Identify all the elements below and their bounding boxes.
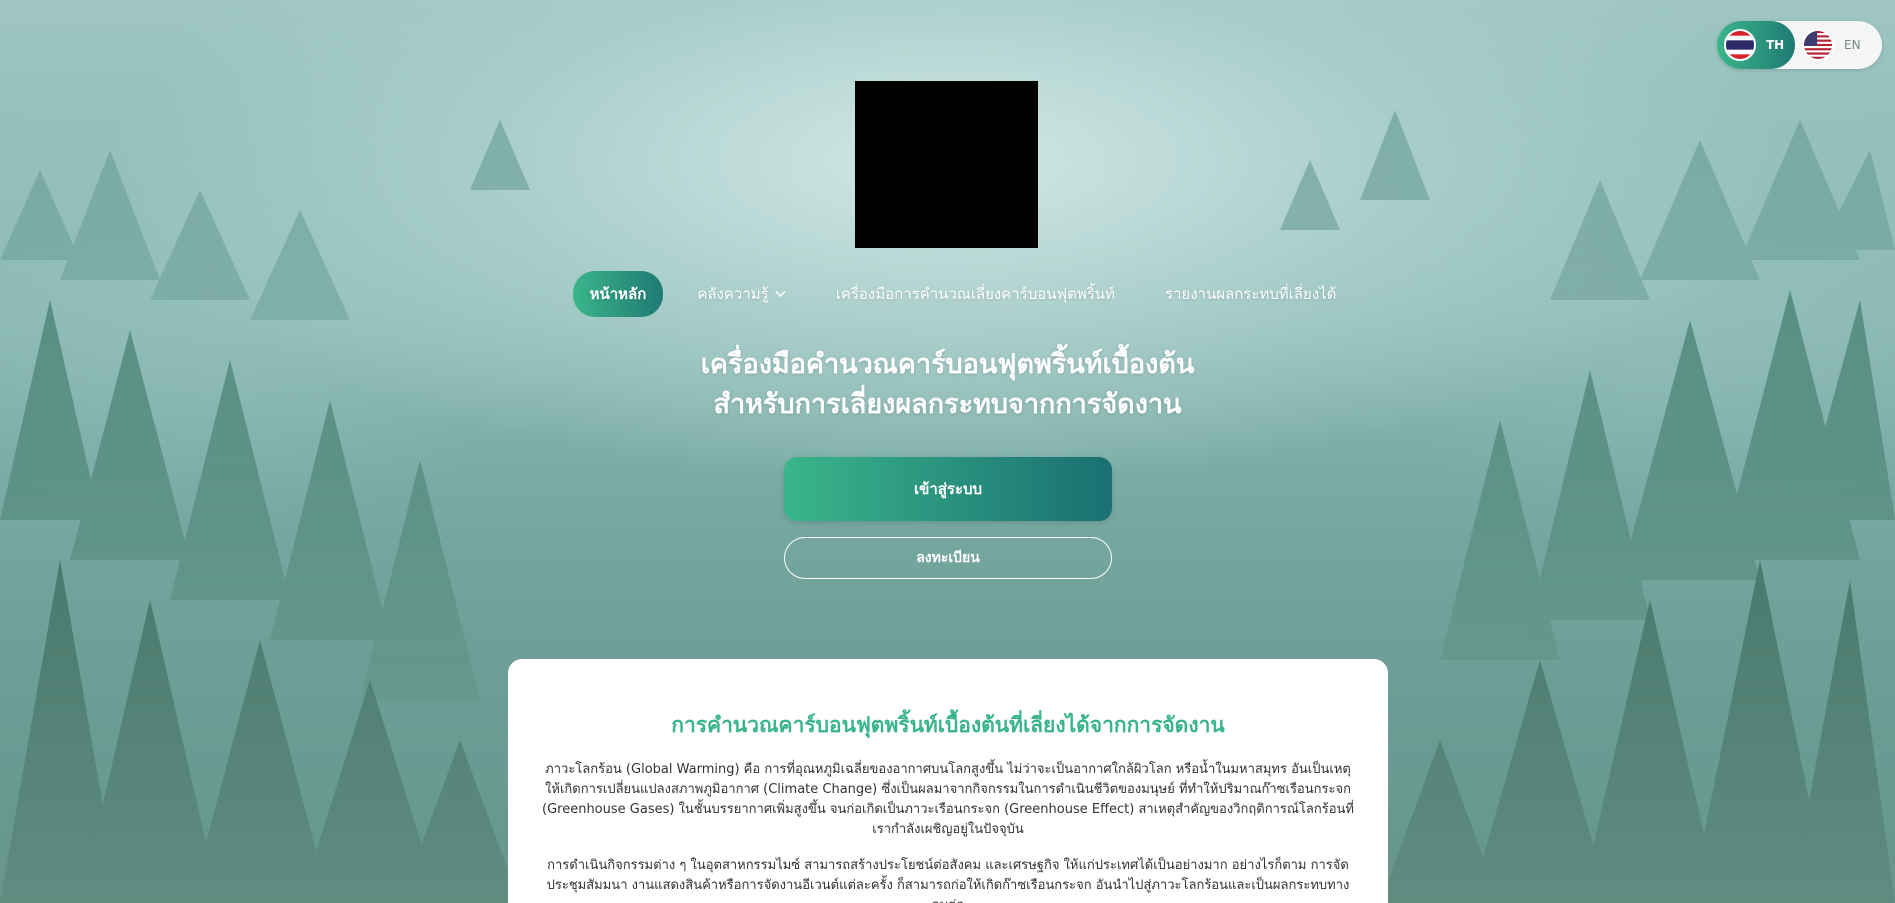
chevron-down-icon [775, 288, 786, 301]
main-nav: หน้าหลัก คลังความรู้ เครื่องมือการคำนวณเ… [0, 271, 1895, 317]
nav-item-label: เครื่องมือการคำนวณเลี่ยงคาร์บอนฟุตพริ้นท… [835, 285, 1115, 303]
nav-item-report[interactable]: รายงานผลกระทบที่เลี่ยงได้ [1149, 271, 1352, 317]
language-switch: TH EN [1717, 21, 1882, 69]
hero-title: เครื่องมือคำนวณคาร์บอนฟุตพริ้นท์เบื้องต้… [0, 345, 1895, 425]
language-option-en[interactable]: EN [1795, 21, 1873, 69]
nav-item-label: คลังความรู้ [697, 285, 769, 303]
nav-item-home[interactable]: หน้าหลัก [572, 271, 664, 317]
hero-title-line1: เครื่องมือคำนวณคาร์บอนฟุตพริ้นท์เบื้องต้… [700, 349, 1195, 380]
nav-item-calculator[interactable]: เครื่องมือการคำนวณเลี่ยงคาร์บอนฟุตพริ้นท… [820, 271, 1131, 317]
login-button[interactable]: เข้าสู่ระบบ [784, 457, 1112, 521]
site-logo[interactable] [855, 81, 1038, 248]
register-button[interactable]: ลงทะเบียน [784, 537, 1112, 579]
hero-title-line2: สำหรับการเลี่ยงผลกระทบจากการจัดงาน [713, 389, 1182, 420]
language-code: TH [1766, 38, 1785, 52]
intro-paragraph-2: การดำเนินกิจกรรมต่าง ๆ ในอุตสาหกรรมไมซ์ … [546, 858, 1350, 903]
nav-item-knowledge[interactable]: คลังความรู้ [681, 271, 801, 317]
nav-item-label: หน้าหลัก [589, 285, 647, 303]
language-code: EN [1844, 38, 1861, 52]
intro-card-title: การคำนวณคาร์บอนฟุตพริ้นท์เบื้องต้นที่เลี… [671, 713, 1225, 737]
intro-card: การคำนวณคาร์บอนฟุตพริ้นท์เบื้องต้นที่เลี… [508, 659, 1388, 903]
nav-item-label: รายงานผลกระทบที่เลี่ยงได้ [1164, 285, 1337, 303]
intro-paragraph-1: ภาวะโลกร้อน (Global Warming) คือ การที่อ… [542, 762, 1354, 837]
language-option-th[interactable]: TH [1717, 21, 1795, 69]
usa-flag-icon [1802, 29, 1834, 61]
thailand-flag-icon [1724, 29, 1756, 61]
